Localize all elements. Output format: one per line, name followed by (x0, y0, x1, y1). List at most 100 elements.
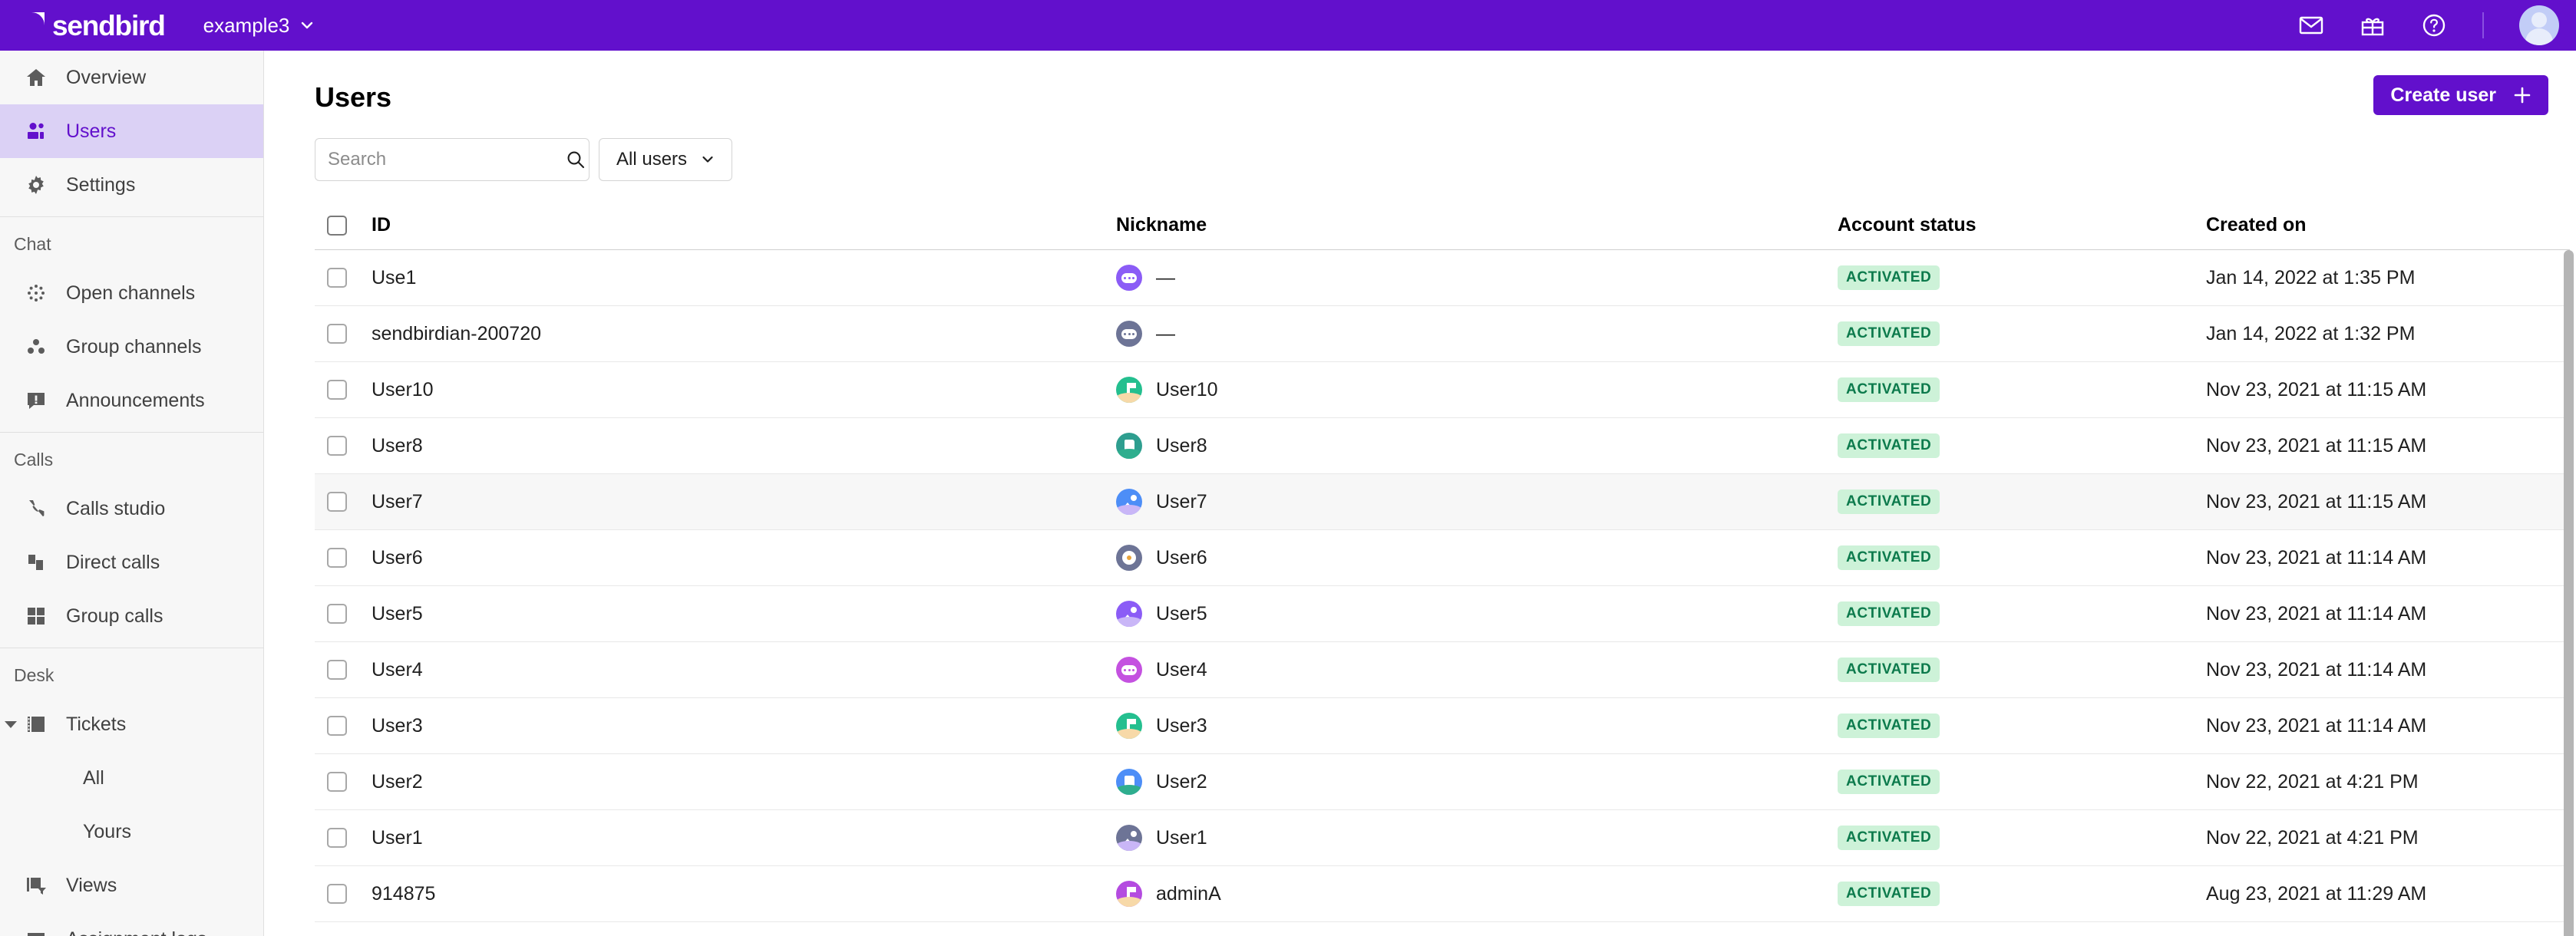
avatar-ground (1116, 393, 1142, 403)
page-title: Users (315, 81, 392, 113)
gift-icon[interactable] (2360, 12, 2386, 38)
sidebar-item-users[interactable]: Users (0, 104, 263, 158)
sidebar-item-announcements[interactable]: Announcements (0, 374, 263, 427)
search-box[interactable] (315, 138, 590, 181)
group-channels-icon (23, 334, 49, 360)
sidebar-item-yours[interactable]: Yours (0, 805, 263, 859)
sidebar-item-overview[interactable]: Overview (0, 51, 263, 104)
home-icon (23, 64, 49, 91)
chevron-down-icon (299, 18, 315, 33)
avatar-head (2531, 12, 2547, 28)
sidebar-item-open-channels[interactable]: Open channels (0, 266, 263, 320)
help-circle-icon[interactable] (2421, 12, 2447, 38)
user-avatar-icon (1116, 265, 1142, 291)
row-checkbox[interactable] (327, 380, 347, 400)
sidebar-item-assignment-logs[interactable]: Assignment logs (0, 912, 263, 936)
row-checkbox[interactable] (327, 772, 347, 792)
row-checkbox[interactable] (327, 436, 347, 456)
user-avatar-icon (1116, 433, 1142, 459)
table-row[interactable]: User5 User5 ACTIVATED Nov 23, 2021 at 11:14… (315, 586, 2570, 642)
cell-nickname-wrap: User5 (1116, 601, 1838, 627)
status-badge: ACTIVATED (1838, 882, 1940, 906)
cell-nickname-wrap: User10 (1116, 377, 1838, 403)
row-checkbox[interactable] (327, 884, 347, 904)
column-header-account-status[interactable]: Account status (1838, 214, 2206, 236)
cell-nickname: User5 (1156, 602, 1207, 625)
avatar-film-center (1127, 555, 1131, 560)
avatar-ground (1116, 449, 1142, 459)
table-row[interactable]: User1 User1 ACTIVATED Nov 22, 2021 at 4:21 … (315, 810, 2570, 866)
table-row[interactable]: User3 User3 ACTIVATED Nov 23, 2021 at 11:14… (315, 698, 2570, 754)
cell-account-status: ACTIVATED (1838, 489, 2206, 514)
sidebar-item-direct-calls[interactable]: Direct calls (0, 536, 263, 589)
column-header-created-on[interactable]: Created on (2206, 214, 2570, 236)
sidebar-item-tickets[interactable]: Tickets (0, 697, 263, 751)
sidebar-item-label: Views (66, 874, 117, 896)
row-checkbox[interactable] (327, 604, 347, 624)
cell-id: User10 (372, 378, 434, 400)
table-row[interactable]: Use1 — ACTIVATED Jan 14, 2022 at 1:35 PM (315, 250, 2570, 306)
sidebar-item-group-channels[interactable]: Group channels (0, 320, 263, 374)
table-row[interactable]: User4 User4 ACTIVATED Nov 23, 2021 at 11:14… (315, 642, 2570, 698)
cell-created-on: Nov 23, 2021 at 11:15 AM (2206, 378, 2427, 400)
sidebar-item-label: Group calls (66, 605, 163, 627)
user-avatar-icon (1116, 377, 1142, 403)
sidebar-item-label: Group channels (66, 335, 202, 358)
cell-id: sendbirdian-200720 (372, 322, 542, 344)
cell-nickname: User10 (1156, 378, 1218, 400)
avatar-sun (1131, 831, 1137, 837)
sidebar-item-settings[interactable]: Settings (0, 158, 263, 212)
row-checkbox[interactable] (327, 828, 347, 848)
avatar-ground (1116, 841, 1142, 851)
sidebar-item-calls-studio[interactable]: Calls studio (0, 482, 263, 536)
table-row[interactable]: User2 User2 ACTIVATED Nov 22, 2021 at 4:21 … (315, 754, 2570, 810)
search-input[interactable] (328, 149, 566, 170)
table-row[interactable]: sendbirdian-200720 — ACTIVATED Jan 14, 2022… (315, 306, 2570, 362)
group-calls-icon (23, 603, 49, 629)
search-icon[interactable] (566, 150, 586, 170)
row-checkbox[interactable] (327, 716, 347, 736)
users-icon (23, 118, 49, 144)
sidebar-item-label: Announcements (66, 389, 205, 411)
vertical-scrollbar[interactable] (2564, 250, 2574, 936)
table-row[interactable]: User8 User8 ACTIVATED Nov 23, 2021 at 11:15… (315, 418, 2570, 474)
cell-account-status: ACTIVATED (1838, 601, 2206, 626)
sendbird-wordmark: sendbird (52, 9, 166, 41)
cell-nickname-wrap: User8 (1116, 433, 1838, 459)
mail-icon[interactable] (2298, 12, 2324, 38)
create-user-button[interactable]: Create user (2373, 75, 2548, 115)
row-checkbox[interactable] (327, 660, 347, 680)
row-checkbox[interactable] (327, 268, 347, 288)
app-selector[interactable]: example3 (203, 14, 315, 38)
table-row[interactable]: User7 User7 ACTIVATED Nov 23, 2021 at 11:15… (315, 474, 2570, 530)
sidebar-item-label: Assignment logs (66, 928, 206, 936)
sidebar-item-views[interactable]: Views (0, 859, 263, 912)
cell-id: User1 (372, 826, 423, 849)
cell-created-on: Nov 23, 2021 at 11:15 AM (2206, 490, 2427, 512)
user-filter-dropdown[interactable]: All users (599, 138, 733, 181)
table-row[interactable]: User6 User6 ACTIVATED Nov 23, 2021 at 11:14… (315, 530, 2570, 586)
table-row[interactable]: User10 User10 ACTIVATED Nov 23, 2021 at 11:… (315, 362, 2570, 418)
users-table: ID Nickname Account status Created on Use1 — A… (264, 201, 2576, 922)
table-row[interactable]: 914875 adminA ACTIVATED Aug 23, 2021 at 11:… (315, 866, 2570, 922)
cell-created-on: Nov 23, 2021 at 11:14 AM (2206, 546, 2427, 569)
status-badge: ACTIVATED (1838, 714, 1940, 738)
avatar[interactable] (2519, 5, 2559, 45)
row-checkbox[interactable] (327, 324, 347, 344)
caret-down-icon[interactable] (5, 720, 17, 728)
select-all-checkbox[interactable] (327, 215, 347, 236)
sidebar-item-label: Open channels (66, 282, 196, 304)
sidebar-item-group-calls[interactable]: Group calls (0, 589, 263, 643)
column-header-id[interactable]: ID (372, 214, 1116, 236)
avatar-bubble-dots (1124, 277, 1134, 279)
row-checkbox[interactable] (327, 492, 347, 512)
column-header-nickname[interactable]: Nickname (1116, 214, 1838, 236)
cell-nickname-wrap: User3 (1116, 713, 1838, 739)
cell-account-status: ACTIVATED (1838, 770, 2206, 794)
row-checkbox[interactable] (327, 548, 347, 568)
sidebar-item-all[interactable]: All (0, 751, 263, 805)
user-avatar-icon (1116, 657, 1142, 683)
sidebar-item-label: Calls studio (66, 497, 166, 519)
cell-nickname: — (1156, 266, 1175, 288)
sendbird-logo[interactable]: sendbird (17, 9, 166, 41)
